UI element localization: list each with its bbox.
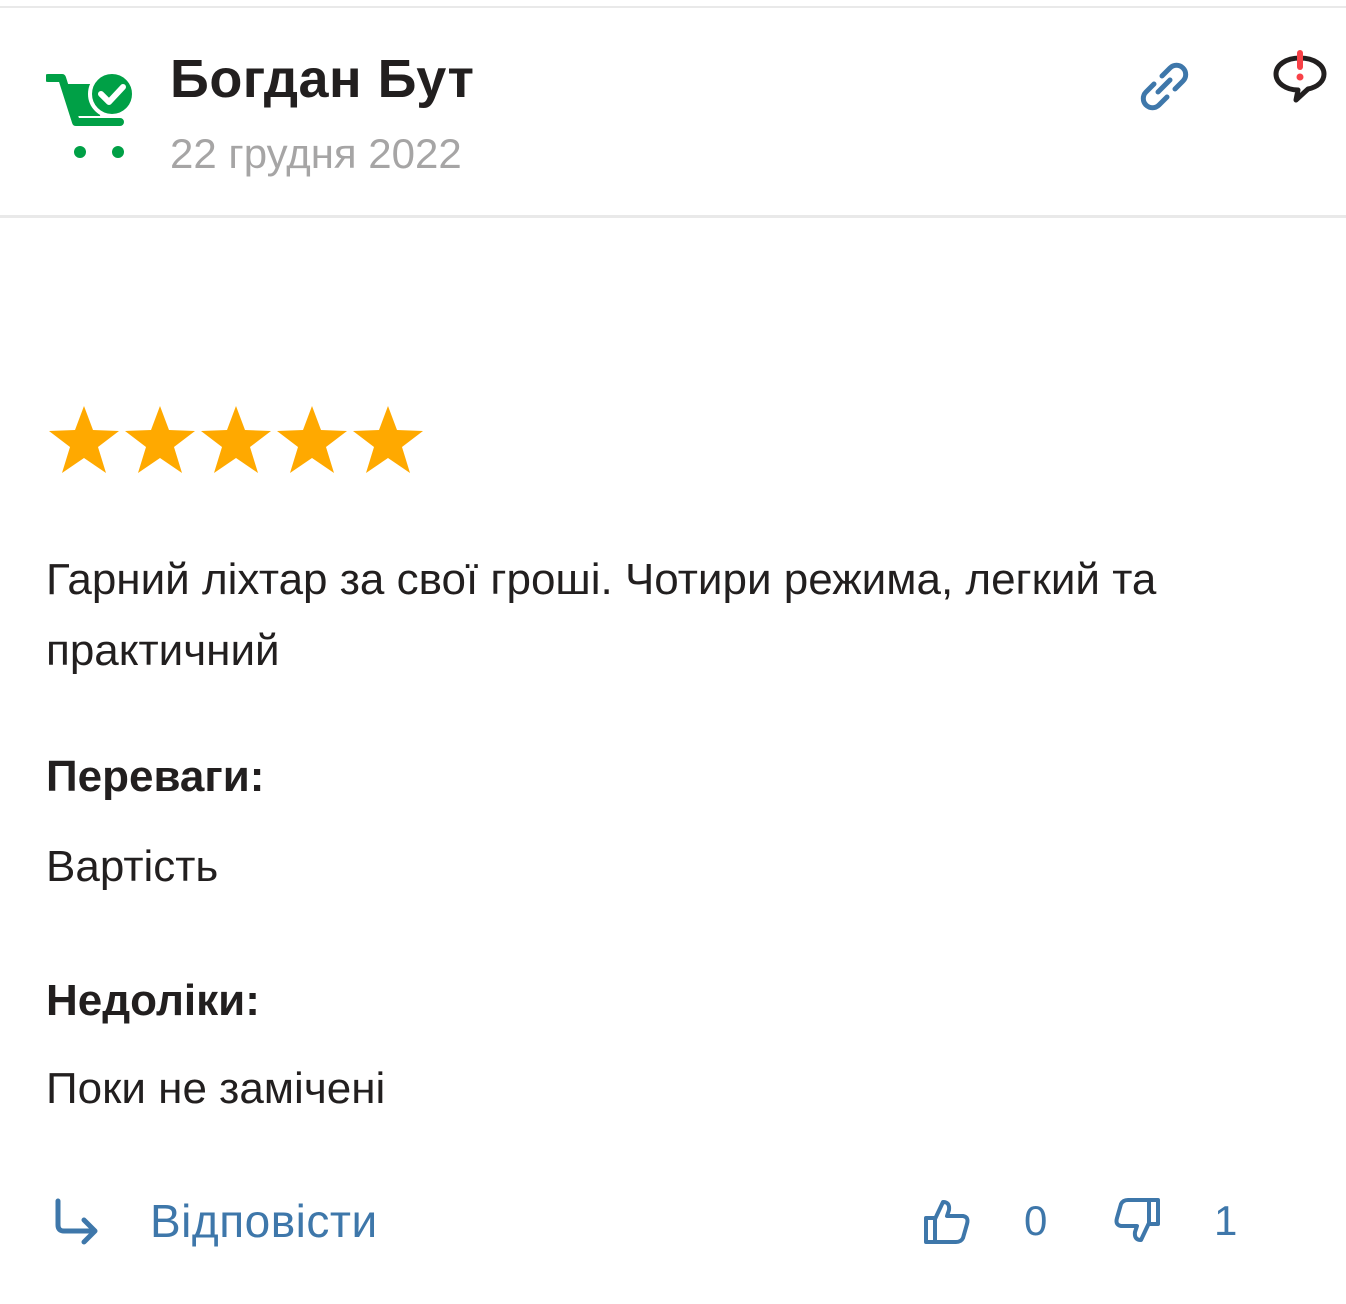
like-button[interactable]: 0: [922, 1186, 1047, 1256]
reply-label: Відповісти: [150, 1195, 378, 1247]
like-count: 0: [1024, 1197, 1048, 1244]
thumb-down-icon: [1114, 1198, 1160, 1242]
star-icon: [277, 406, 347, 473]
cons-value: Поки не замічені: [46, 1064, 386, 1113]
cons-title: Недоліки:: [46, 976, 260, 1025]
reply-arrow-icon: [55, 1198, 98, 1245]
thumb-up-icon: [924, 1200, 970, 1244]
verified-buyer-cart-icon: [44, 64, 146, 164]
link-icon: [1140, 62, 1189, 111]
copy-link-button[interactable]: [1132, 54, 1196, 118]
reply-button[interactable]: Відповісти: [50, 1186, 378, 1256]
complain-button[interactable]: [1268, 46, 1332, 110]
author-name: Богдан Бут: [170, 49, 475, 109]
rating-stars: [46, 402, 426, 478]
star-icon: [353, 406, 423, 473]
review-date: 22 грудня 2022: [170, 130, 462, 177]
star-icon: [201, 406, 271, 473]
pros-title: Переваги:: [46, 752, 265, 801]
review-card: Богдан Бут 22 грудня 2022 Гарний ліхтар …: [0, 0, 1346, 1304]
star-icon: [125, 406, 195, 473]
star-icon: [49, 406, 119, 473]
pros-value: Вартість: [46, 842, 219, 891]
header-divider: [0, 215, 1346, 218]
complain-icon: [1273, 50, 1327, 103]
dislike-count: 1: [1214, 1197, 1238, 1244]
review-text: Гарний ліхтар за свої гроші. Чотири режи…: [46, 555, 1157, 675]
dislike-button[interactable]: 1: [1112, 1186, 1237, 1256]
